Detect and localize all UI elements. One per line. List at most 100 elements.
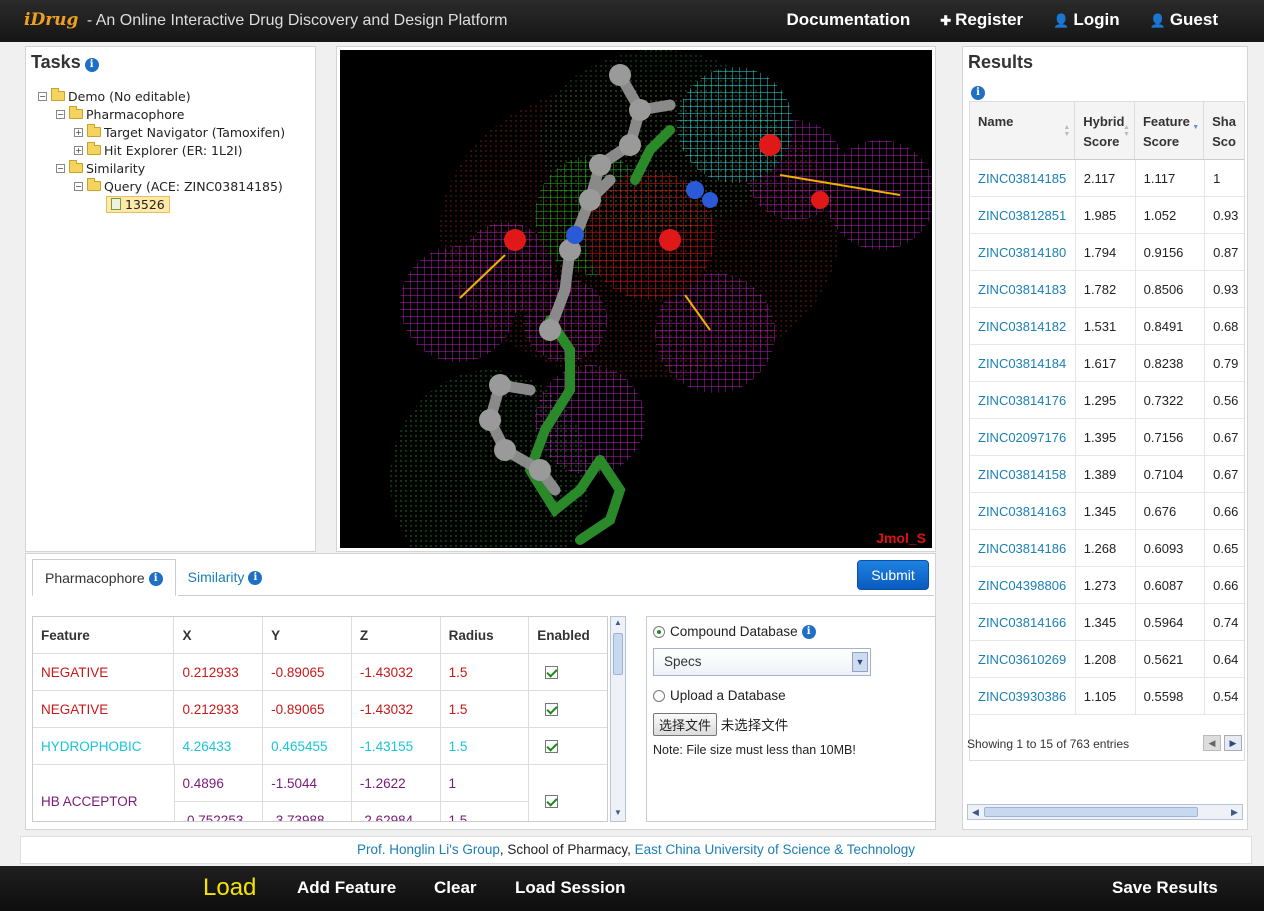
result-name[interactable]: ZINC03814185 (970, 159, 1076, 197)
feature-y[interactable]: -3.73988 (263, 802, 351, 821)
result-name[interactable]: ZINC03814166 (970, 603, 1076, 641)
table-row[interactable]: ZINC03814158 1.389 0.7104 0.67 (970, 455, 1244, 493)
info-icon[interactable]: i (84, 57, 99, 72)
scroll-thumb[interactable] (613, 633, 623, 675)
table-row[interactable]: ZINC03814163 1.345 0.676 0.66 (970, 492, 1244, 530)
result-name[interactable]: ZINC03930386 (970, 677, 1076, 715)
result-name[interactable]: ZINC03610269 (970, 640, 1076, 678)
feature-y[interactable]: -0.89065 (263, 654, 352, 690)
scroll-left-icon[interactable]: ◀ (969, 806, 982, 818)
result-name[interactable]: ZINC03812851 (970, 196, 1076, 234)
table-row[interactable]: ZINC03814186 1.268 0.6093 0.65 (970, 529, 1244, 567)
submit-button[interactable]: Submit (857, 560, 929, 590)
feature-v-scrollbar[interactable]: ▲ ▼ (610, 616, 626, 822)
feature-z[interactable]: -2.62984 (352, 802, 440, 821)
tree-node[interactable]: 13526 (38, 195, 285, 213)
table-row[interactable]: ZINC03610269 1.208 0.5621 0.64 (970, 640, 1244, 678)
nav-documentation[interactable]: Documentation (787, 10, 911, 30)
table-row[interactable]: ZINC03812851 1.985 1.052 0.93 (970, 196, 1244, 234)
tree-node[interactable]: − Similarity (38, 159, 285, 177)
result-name[interactable]: ZINC03814186 (970, 529, 1076, 567)
collapse-icon[interactable]: − (56, 163, 65, 173)
table-row[interactable]: ZINC03814184 1.617 0.8238 0.79 (970, 344, 1244, 382)
tree-node[interactable]: + Target Navigator (Tamoxifen) (38, 123, 285, 141)
feature-y[interactable]: 0.465455 (263, 728, 352, 764)
nav-register[interactable]: ✚ Register (940, 10, 1023, 30)
result-name[interactable]: ZINC03814176 (970, 381, 1076, 419)
info-icon[interactable]: i (971, 85, 985, 100)
table-row[interactable]: ZINC02097176 1.395 0.7156 0.67 (970, 418, 1244, 456)
feature-radius[interactable]: 1.5 (441, 691, 530, 727)
info-icon[interactable]: i (148, 572, 163, 587)
database-select[interactable]: Specs ▼ (653, 648, 871, 676)
tree-node[interactable]: − Query (ACE: ZINC03814185) (38, 177, 285, 195)
table-row[interactable]: ZINC03814185 2.117 1.117 1 (970, 159, 1244, 197)
feature-z[interactable]: -1.43032 (352, 691, 441, 727)
upload-db-radio[interactable] (653, 690, 665, 703)
feature-radius[interactable]: 1.5 (441, 802, 529, 821)
scroll-right-icon[interactable]: ▶ (1228, 806, 1241, 818)
enabled-checkbox[interactable] (545, 702, 559, 716)
result-name[interactable]: ZINC04398806 (970, 566, 1076, 604)
tree-node[interactable]: − Pharmacophore (38, 105, 285, 123)
table-row[interactable]: ZINC03814183 1.782 0.8506 0.93 (970, 270, 1244, 308)
feature-x[interactable]: 0.212933 (174, 654, 264, 690)
save-results-button[interactable]: Save Results (1112, 878, 1218, 898)
expand-icon[interactable]: + (74, 145, 83, 155)
nav-login[interactable]: 👤 Login (1053, 10, 1119, 30)
table-row[interactable]: ZINC04398806 1.273 0.6087 0.66 (970, 566, 1244, 604)
scroll-thumb[interactable] (984, 807, 1198, 817)
nav-guest[interactable]: 👤 Guest (1150, 10, 1218, 30)
feature-y[interactable]: -1.5044 (263, 765, 351, 802)
chevron-down-icon[interactable]: ▼ (852, 652, 868, 672)
col-hybrid-score[interactable]: Hybrid Score ▲ ▼ (1075, 102, 1135, 159)
enabled-checkbox[interactable] (545, 739, 559, 753)
choose-file-button[interactable]: 选择文件 (653, 713, 718, 736)
expand-icon[interactable]: + (74, 127, 83, 137)
upload-db-option[interactable]: Upload a Database (653, 688, 786, 703)
feature-z[interactable]: -1.43032 (352, 654, 441, 690)
table-row[interactable]: ZINC03814180 1.794 0.9156 0.87 (970, 233, 1244, 271)
col-shape-score[interactable]: Sha Sco (1204, 102, 1244, 159)
info-icon[interactable]: i (801, 625, 816, 640)
enabled-checkbox[interactable] (545, 665, 559, 679)
result-name[interactable]: ZINC03814182 (970, 307, 1076, 345)
collapse-icon[interactable]: − (38, 91, 47, 101)
result-name[interactable]: ZINC03814158 (970, 455, 1076, 493)
table-row[interactable]: ZINC03814166 1.345 0.5964 0.74 (970, 603, 1244, 641)
result-name[interactable]: ZINC03814183 (970, 270, 1076, 308)
info-icon[interactable]: i (248, 571, 263, 586)
clear-button[interactable]: Clear (434, 878, 477, 898)
load-session-button[interactable]: Load Session (515, 878, 626, 898)
collapse-icon[interactable]: − (56, 109, 65, 119)
load-button[interactable]: Load (203, 874, 256, 902)
prev-page-button[interactable]: ◀ (1203, 735, 1221, 751)
feature-radius[interactable]: 1 (440, 765, 529, 802)
feature-z[interactable]: -1.43155 (352, 728, 441, 764)
feature-x[interactable]: 4.26433 (174, 728, 264, 764)
tab-similarity[interactable]: Similarity i (176, 559, 275, 596)
molecule-viewer[interactable]: Jmol_S (340, 50, 932, 548)
result-name[interactable]: ZINC03814180 (970, 233, 1076, 271)
tree-leaf-selected[interactable]: 13526 (106, 195, 170, 213)
next-page-button[interactable]: ▶ (1224, 735, 1242, 751)
compound-db-option[interactable]: Compound Database i (653, 624, 816, 640)
col-feature-score[interactable]: Feature Score ▼ (1135, 102, 1205, 159)
scroll-down-icon[interactable]: ▼ (612, 808, 624, 820)
university-link[interactable]: East China University of Science & Techn… (635, 842, 915, 857)
table-row[interactable]: ZINC03814176 1.295 0.7322 0.56 (970, 381, 1244, 419)
tree-node[interactable]: + Hit Explorer (ER: 1L2I) (38, 141, 285, 159)
add-feature-button[interactable]: Add Feature (297, 878, 396, 898)
feature-radius[interactable]: 1.5 (441, 728, 530, 764)
feature-z[interactable]: -1.2622 (351, 765, 440, 802)
result-name[interactable]: ZINC02097176 (970, 418, 1076, 456)
collapse-icon[interactable]: − (74, 181, 83, 191)
brand-logo[interactable]: iDrug (24, 10, 78, 30)
feature-y[interactable]: -0.89065 (263, 691, 352, 727)
enabled-checkbox[interactable] (545, 795, 559, 808)
compound-db-radio[interactable] (653, 626, 665, 639)
feature-x[interactable]: 0.4896 (174, 765, 263, 802)
result-name[interactable]: ZINC03814163 (970, 492, 1076, 530)
results-h-scrollbar[interactable]: ◀ ▶ (967, 804, 1243, 820)
tab-pharmacophore[interactable]: Pharmacophore i (32, 559, 176, 596)
